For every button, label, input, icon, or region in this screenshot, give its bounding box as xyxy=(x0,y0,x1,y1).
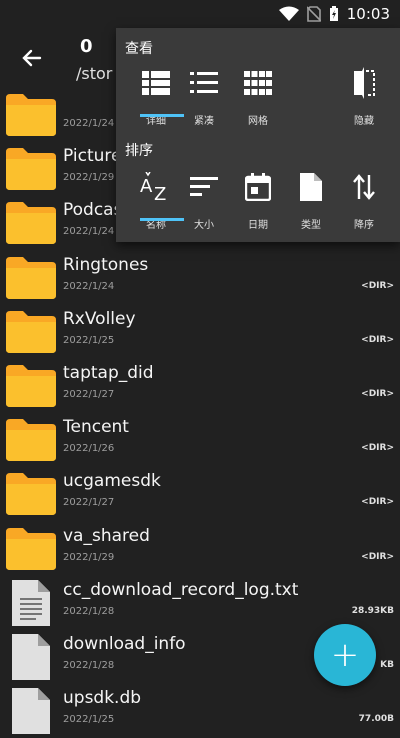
sort-option-size[interactable]: 大小 xyxy=(176,170,232,231)
view-section-title: 查看 xyxy=(125,41,153,57)
folder-icon xyxy=(6,256,56,299)
sort-order-icon xyxy=(336,170,392,204)
svg-text:Z: Z xyxy=(154,184,166,202)
file-row[interactable]: Ringtones 2022/1/24 <DIR> xyxy=(0,249,400,303)
status-bar: 10:03 xyxy=(0,0,400,30)
file-date: 2022/1/29 xyxy=(63,172,115,184)
folder-icon xyxy=(6,310,56,353)
calendar-icon xyxy=(230,170,286,204)
folder-icon xyxy=(6,94,56,136)
file-icon xyxy=(12,633,50,680)
file-row[interactable]: ucgamesdk 2022/1/27 <DIR> xyxy=(0,465,400,519)
file-name: ucgamesdk xyxy=(63,471,161,492)
file-date: 2022/1/27 xyxy=(63,388,115,400)
view-option-label: 网格 xyxy=(248,116,268,127)
file-date: 2022/1/24 xyxy=(63,280,115,292)
hide-icon xyxy=(336,66,392,100)
folder-icon xyxy=(6,202,56,245)
file-name: upsdk.db xyxy=(63,688,142,709)
dir-badge: <DIR> xyxy=(361,551,394,562)
file-name: Ringtones xyxy=(63,254,149,275)
view-option-compact[interactable]: 紧凑 xyxy=(176,66,232,127)
file-date: 2022/1/26 xyxy=(63,443,115,455)
file-name: RxVolley xyxy=(63,308,136,329)
sort-option-type[interactable]: 类型 xyxy=(283,170,339,231)
folder-icon xyxy=(6,473,56,516)
sort-option-date[interactable]: 日期 xyxy=(230,170,286,231)
file-date: 2022/1/28 xyxy=(63,659,115,671)
grid-icon xyxy=(230,66,286,100)
file-name: cc_download_record_log.txt xyxy=(63,579,299,600)
text-file-icon xyxy=(12,579,50,626)
folder-icon xyxy=(6,364,56,407)
sort-option-order[interactable]: 降序 xyxy=(336,170,392,231)
sort-option-label: 日期 xyxy=(248,220,268,231)
file-row[interactable]: upsdk.db 2022/1/25 77.00B xyxy=(0,682,400,736)
file-icon xyxy=(12,688,50,735)
file-size: 28.93KB xyxy=(351,605,394,616)
file-date: 2022/1/29 xyxy=(63,551,115,563)
file-date: 2022/1/28 xyxy=(63,605,115,617)
dir-badge: <DIR> xyxy=(361,388,394,399)
folder-icon xyxy=(6,419,56,462)
current-path[interactable]: /stor xyxy=(76,64,112,83)
dir-badge: <DIR> xyxy=(361,497,394,508)
sort-section-title: 排序 xyxy=(125,143,153,159)
file-date: 2022/1/24 xyxy=(63,118,115,129)
dir-badge: <DIR> xyxy=(361,280,394,291)
wifi-icon xyxy=(278,6,299,22)
view-option-hide[interactable]: 隐藏 xyxy=(336,66,392,127)
list-compact-icon xyxy=(176,66,232,100)
file-row[interactable]: taptap_did 2022/1/27 <DIR> xyxy=(0,357,400,411)
no-sim-icon xyxy=(306,6,321,22)
sort-option-label: 大小 xyxy=(194,220,214,231)
file-name: va_shared xyxy=(63,525,150,546)
folder-icon xyxy=(6,148,56,191)
file-type-icon xyxy=(283,170,339,204)
view-option-label: 紧凑 xyxy=(194,116,214,127)
file-row[interactable]: RxVolley 2022/1/25 <DIR> xyxy=(0,303,400,357)
view-option-label: 隐藏 xyxy=(354,116,374,127)
file-row[interactable]: Tencent 2022/1/26 <DIR> xyxy=(0,411,400,465)
file-row[interactable]: va_shared 2022/1/29 <DIR> xyxy=(0,520,400,574)
file-row[interactable]: cc_download_record_log.txt 2022/1/28 28.93… xyxy=(0,574,400,628)
file-size: 77.00B xyxy=(358,714,394,725)
file-name: taptap_did xyxy=(63,362,154,383)
file-date: 2022/1/25 xyxy=(63,714,115,726)
sort-size-icon xyxy=(176,170,232,204)
file-date: 2022/1/27 xyxy=(63,497,115,509)
folder-icon xyxy=(6,527,56,570)
view-sort-popup: 查看 详细 紧凑 网格 隐藏 排序 AZ 名称 大小 日期 类型 降序 xyxy=(116,28,400,242)
dir-badge: <DIR> xyxy=(361,443,394,454)
sort-option-label: 降序 xyxy=(354,220,374,231)
file-date: 2022/1/25 xyxy=(63,334,115,346)
back-arrow-icon[interactable] xyxy=(18,44,46,72)
view-option-grid[interactable]: 网格 xyxy=(230,66,286,127)
battery-icon xyxy=(329,6,339,22)
file-name: Tencent xyxy=(63,417,129,438)
file-name: download_info xyxy=(63,633,186,654)
file-size: KB xyxy=(380,659,394,670)
selection-count: 0 xyxy=(80,36,93,57)
dir-badge: <DIR> xyxy=(361,334,394,345)
clock-time: 10:03 xyxy=(346,5,390,23)
sort-option-label: 类型 xyxy=(301,220,321,231)
svg-text:A: A xyxy=(140,176,153,197)
add-button[interactable]: + xyxy=(314,624,376,686)
file-date: 2022/1/24 xyxy=(63,226,115,238)
